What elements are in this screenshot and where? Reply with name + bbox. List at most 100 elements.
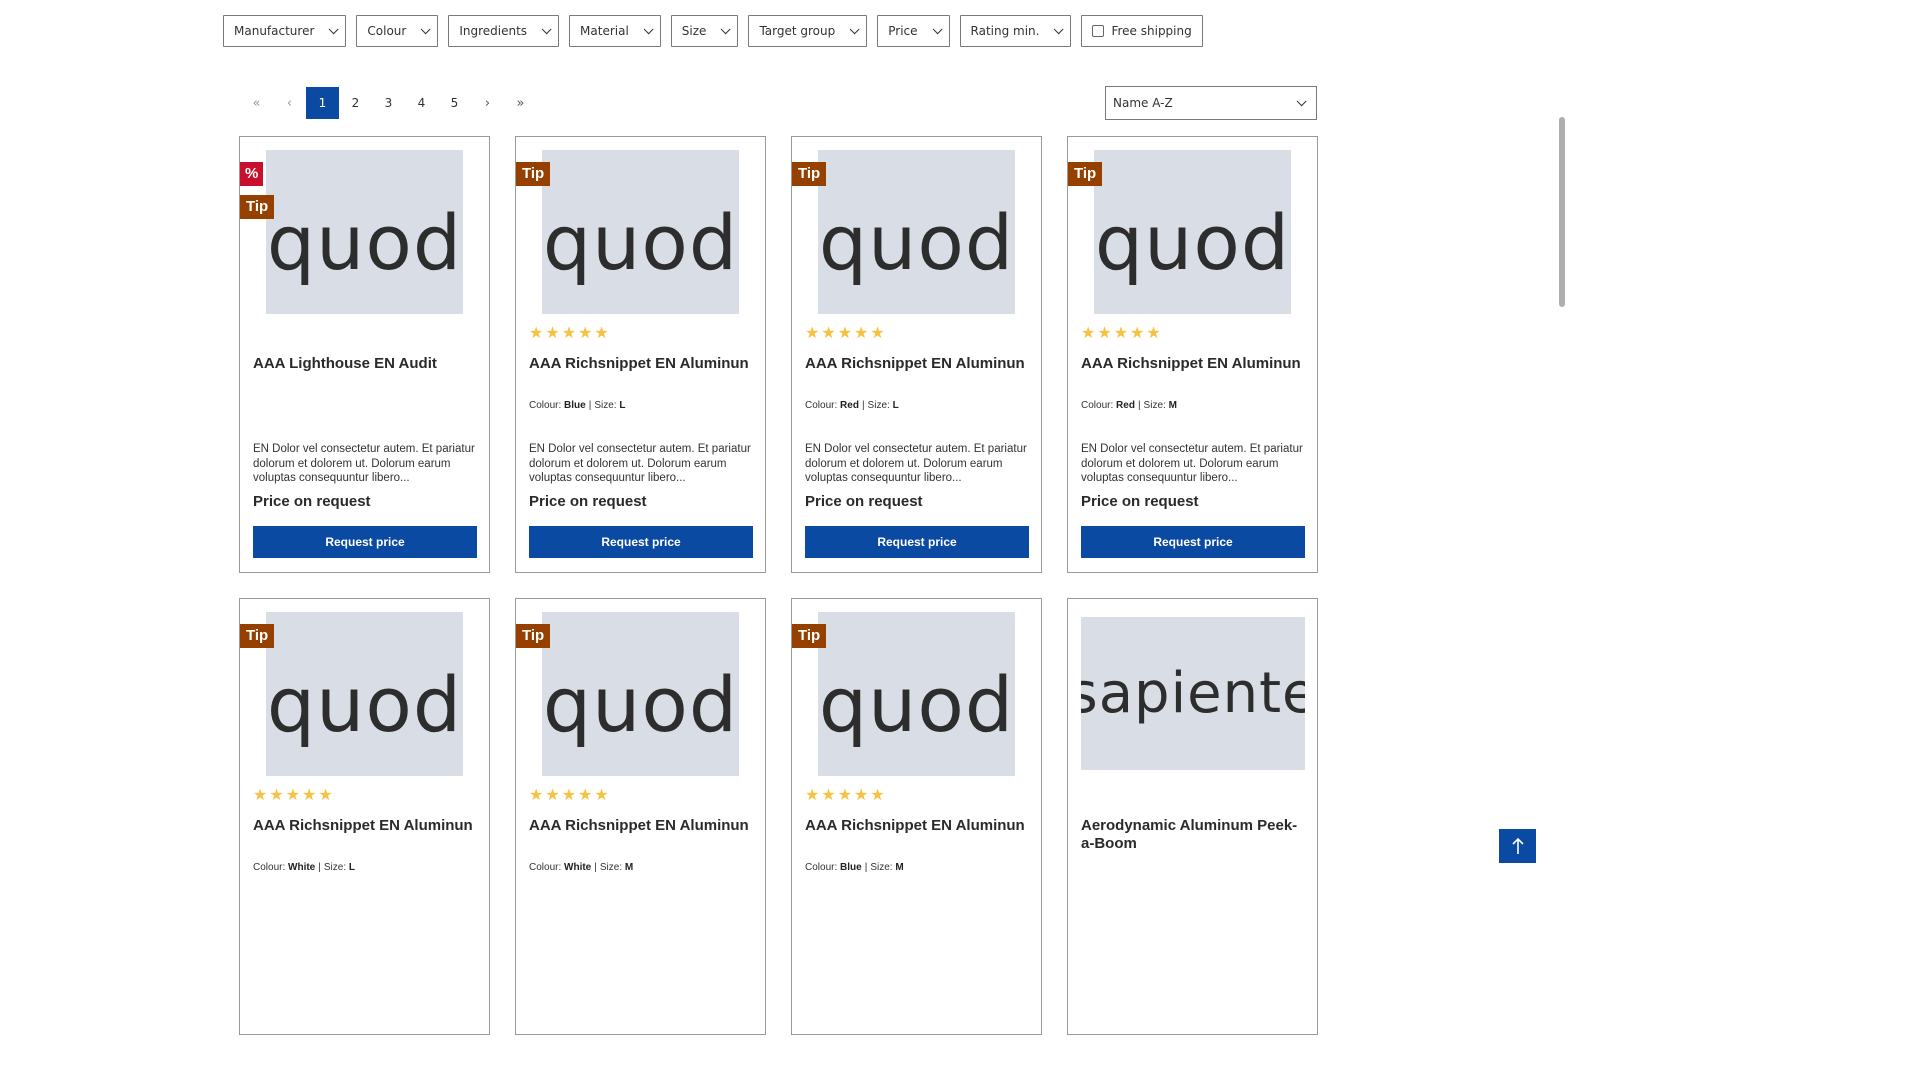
sale-badge: % xyxy=(240,162,264,186)
first-page-button[interactable]: « xyxy=(240,87,273,119)
sort-selected-value: Name A-Z xyxy=(1113,96,1173,110)
product-image-text: quod xyxy=(1094,198,1291,287)
filter-target-group[interactable]: Target group xyxy=(748,15,868,47)
colour-value: Blue xyxy=(564,400,586,411)
product-image-text: quod xyxy=(266,660,463,749)
pagination: « ‹ 1 2 3 4 5 › » xyxy=(240,87,537,119)
back-to-top-button[interactable] xyxy=(1499,829,1536,863)
star-icon: ★ xyxy=(578,323,593,342)
product-image[interactable]: quod xyxy=(266,150,463,314)
product-variant: Colour: White | Size: L xyxy=(253,862,355,873)
tip-badge: Tip xyxy=(516,624,551,648)
request-price-button[interactable]: Request price xyxy=(529,526,753,558)
filter-ingredients[interactable]: Ingredients xyxy=(448,15,560,47)
product-price: Price on request xyxy=(253,493,371,510)
product-image[interactable]: sapiente xyxy=(1081,617,1305,770)
star-icon: ★ xyxy=(1130,323,1145,342)
filter-label: Price xyxy=(888,24,918,38)
filter-colour[interactable]: Colour xyxy=(356,15,439,47)
product-card[interactable]: quod% Tip AAA Lighthouse EN Audit EN Dolor … xyxy=(239,136,490,573)
request-price-button[interactable]: Request price xyxy=(805,526,1029,558)
page-5-button[interactable]: 5 xyxy=(438,87,471,119)
product-image[interactable]: quod xyxy=(266,612,463,776)
product-title[interactable]: AAA Richsnippet EN Aluminun xyxy=(529,355,753,373)
product-card[interactable]: quod Tip ★ ★ ★ ★ ★ AAA Richsnippet EN Aluminun C… xyxy=(515,598,766,1035)
chevron-down-icon xyxy=(329,23,339,34)
product-card[interactable]: quod Tip ★ ★ ★ ★ ★ AAA Richsnippet EN Aluminun C… xyxy=(1067,136,1318,573)
size-label: Size: xyxy=(870,862,893,873)
filter-label: Ingredients xyxy=(459,24,528,38)
star-icon: ★ xyxy=(529,323,544,342)
star-icon: ★ xyxy=(854,323,869,342)
rating-stars: ★ ★ ★ ★ ★ xyxy=(529,325,609,341)
colour-label: Colour: xyxy=(253,862,286,873)
product-image[interactable]: quod xyxy=(1094,150,1291,314)
product-description: EN Dolor vel consectetur autem. Et paria… xyxy=(1081,443,1303,484)
star-icon: ★ xyxy=(837,323,853,342)
colour-label: Colour: xyxy=(529,862,562,873)
product-title[interactable]: AAA Richsnippet EN Aluminun xyxy=(253,817,477,835)
star-icon: ★ xyxy=(578,785,593,804)
request-price-button[interactable]: Request price xyxy=(1081,526,1305,558)
free-shipping-checkbox[interactable] xyxy=(1092,25,1105,37)
variant-separator: | xyxy=(1137,400,1141,411)
last-page-button[interactable]: » xyxy=(504,87,537,119)
size-label: Size: xyxy=(1143,400,1166,411)
product-image[interactable]: quod xyxy=(818,150,1015,314)
request-price-button[interactable]: Request price xyxy=(253,526,477,558)
product-card[interactable]: sapiente Aerodynamic Aluminum Peek-a-Boom xyxy=(1067,598,1318,1035)
filter-material[interactable]: Material xyxy=(569,15,661,47)
product-card[interactable]: quod Tip ★ ★ ★ ★ ★ AAA Richsnippet EN Aluminun C… xyxy=(239,598,490,1035)
page-1-button[interactable]: 1 xyxy=(306,87,339,119)
chevron-down-icon xyxy=(721,23,732,34)
product-image[interactable]: quod xyxy=(542,612,739,776)
colour-value: White xyxy=(288,862,316,873)
product-title[interactable]: AAA Richsnippet EN Aluminun xyxy=(529,817,753,835)
colour-label: Colour: xyxy=(1081,400,1114,411)
size-value: L xyxy=(892,400,899,411)
page-3-button[interactable]: 3 xyxy=(372,87,405,119)
product-variant: Colour: White | Size: M xyxy=(529,862,633,873)
colour-label: Colour: xyxy=(805,400,838,411)
star-icon: ★ xyxy=(253,785,268,804)
product-title[interactable]: Aerodynamic Aluminum Peek-a-Boom xyxy=(1081,817,1305,853)
colour-value: Blue xyxy=(840,862,862,873)
tip-badge: Tip xyxy=(792,624,827,648)
prev-page-button[interactable]: ‹ xyxy=(273,87,306,119)
filter-manufacturer[interactable]: Manufacturer xyxy=(223,15,347,47)
product-variant: Colour: Blue | Size: L xyxy=(529,400,625,411)
page-2-button[interactable]: 2 xyxy=(339,87,372,119)
rating-stars: ★ ★ ★ ★ ★ xyxy=(805,787,885,803)
star-icon: ★ xyxy=(805,785,820,804)
product-image[interactable]: quod xyxy=(818,612,1015,776)
size-value: L xyxy=(619,400,626,411)
filter-label: Colour xyxy=(367,24,407,38)
page-4-button[interactable]: 4 xyxy=(405,87,438,119)
next-page-button[interactable]: › xyxy=(471,87,504,119)
product-title[interactable]: AAA Lighthouse EN Audit xyxy=(253,355,477,373)
scrollbar-thumb[interactable] xyxy=(1559,117,1565,307)
star-icon: ★ xyxy=(545,785,560,804)
size-value: M xyxy=(1168,400,1177,411)
star-icon: ★ xyxy=(1097,323,1112,342)
product-price: Price on request xyxy=(805,493,923,510)
product-card[interactable]: quod Tip ★ ★ ★ ★ ★ AAA Richsnippet EN Aluminun C… xyxy=(791,136,1042,573)
product-title[interactable]: AAA Richsnippet EN Aluminun xyxy=(805,355,1029,373)
star-icon: ★ xyxy=(561,323,577,342)
product-card[interactable]: quod Tip ★ ★ ★ ★ ★ AAA Richsnippet EN Aluminun C… xyxy=(515,136,766,573)
product-title[interactable]: AAA Richsnippet EN Aluminun xyxy=(805,817,1029,835)
filter-label: Target group xyxy=(759,24,836,38)
star-icon: ★ xyxy=(269,785,284,804)
sort-select[interactable]: Name A-Z xyxy=(1105,86,1317,120)
product-variant: Colour: Red | Size: M xyxy=(1081,400,1177,411)
product-title[interactable]: AAA Richsnippet EN Aluminun xyxy=(1081,355,1305,373)
product-image[interactable]: quod xyxy=(542,150,739,314)
star-icon: ★ xyxy=(1113,323,1129,342)
page-scrollbar[interactable] xyxy=(1556,0,1568,882)
filter-rating-min[interactable]: Rating min. xyxy=(959,15,1072,47)
filter-size[interactable]: Size xyxy=(670,15,739,47)
filter-price[interactable]: Price xyxy=(877,15,950,47)
free-shipping-toggle[interactable]: Free shipping xyxy=(1081,15,1203,47)
product-card[interactable]: quod Tip ★ ★ ★ ★ ★ AAA Richsnippet EN Aluminun C… xyxy=(791,598,1042,1035)
product-image-text: quod xyxy=(266,198,463,287)
